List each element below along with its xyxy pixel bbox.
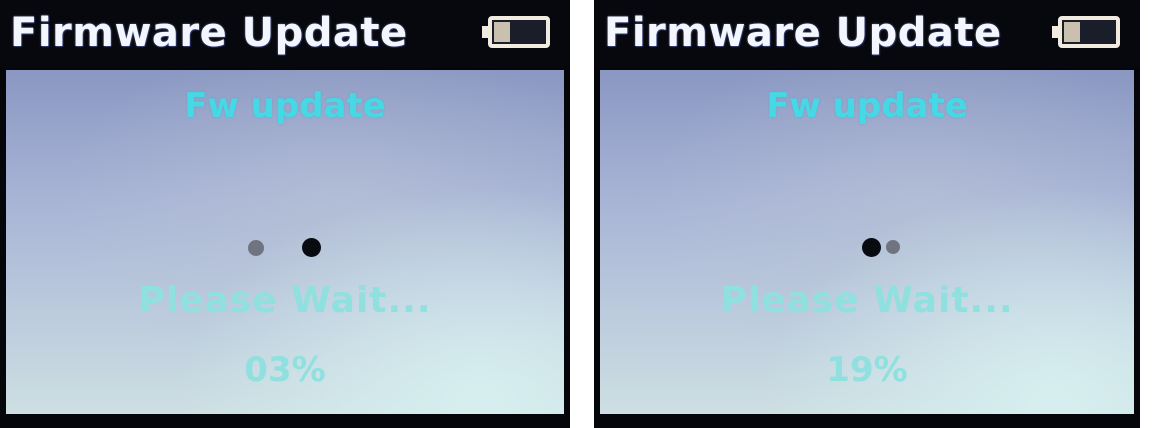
device-panel-left: Firmware Update Fw update Please Wait...…: [0, 0, 576, 428]
spinner-dot-active: [862, 238, 881, 257]
window-title: Firmware Update: [10, 10, 408, 56]
screen-area: Fw update Please Wait... 19%: [600, 70, 1134, 414]
screen-area: Fw update Please Wait... 03%: [6, 70, 564, 414]
update-heading: Fw update: [184, 86, 386, 126]
device-bezel: Firmware Update Fw update Please Wait...…: [594, 0, 1140, 428]
device-bezel: Firmware Update Fw update Please Wait...…: [0, 0, 570, 428]
status-text: Please Wait...: [138, 280, 432, 321]
spinner-dot-inactive: [886, 240, 900, 254]
update-heading: Fw update: [766, 86, 968, 126]
status-text: Please Wait...: [720, 280, 1014, 321]
battery-icon: [1052, 16, 1120, 48]
progress-percent: 19%: [826, 350, 908, 390]
device-panel-right: Firmware Update Fw update Please Wait...…: [576, 0, 1152, 428]
spinner-dot-inactive: [248, 240, 264, 256]
window-title: Firmware Update: [604, 10, 1002, 56]
progress-percent: 03%: [244, 350, 326, 390]
title-bar: Firmware Update: [0, 0, 570, 68]
battery-icon: [482, 16, 550, 48]
spinner-dot-active: [302, 238, 321, 257]
title-bar: Firmware Update: [594, 0, 1140, 68]
